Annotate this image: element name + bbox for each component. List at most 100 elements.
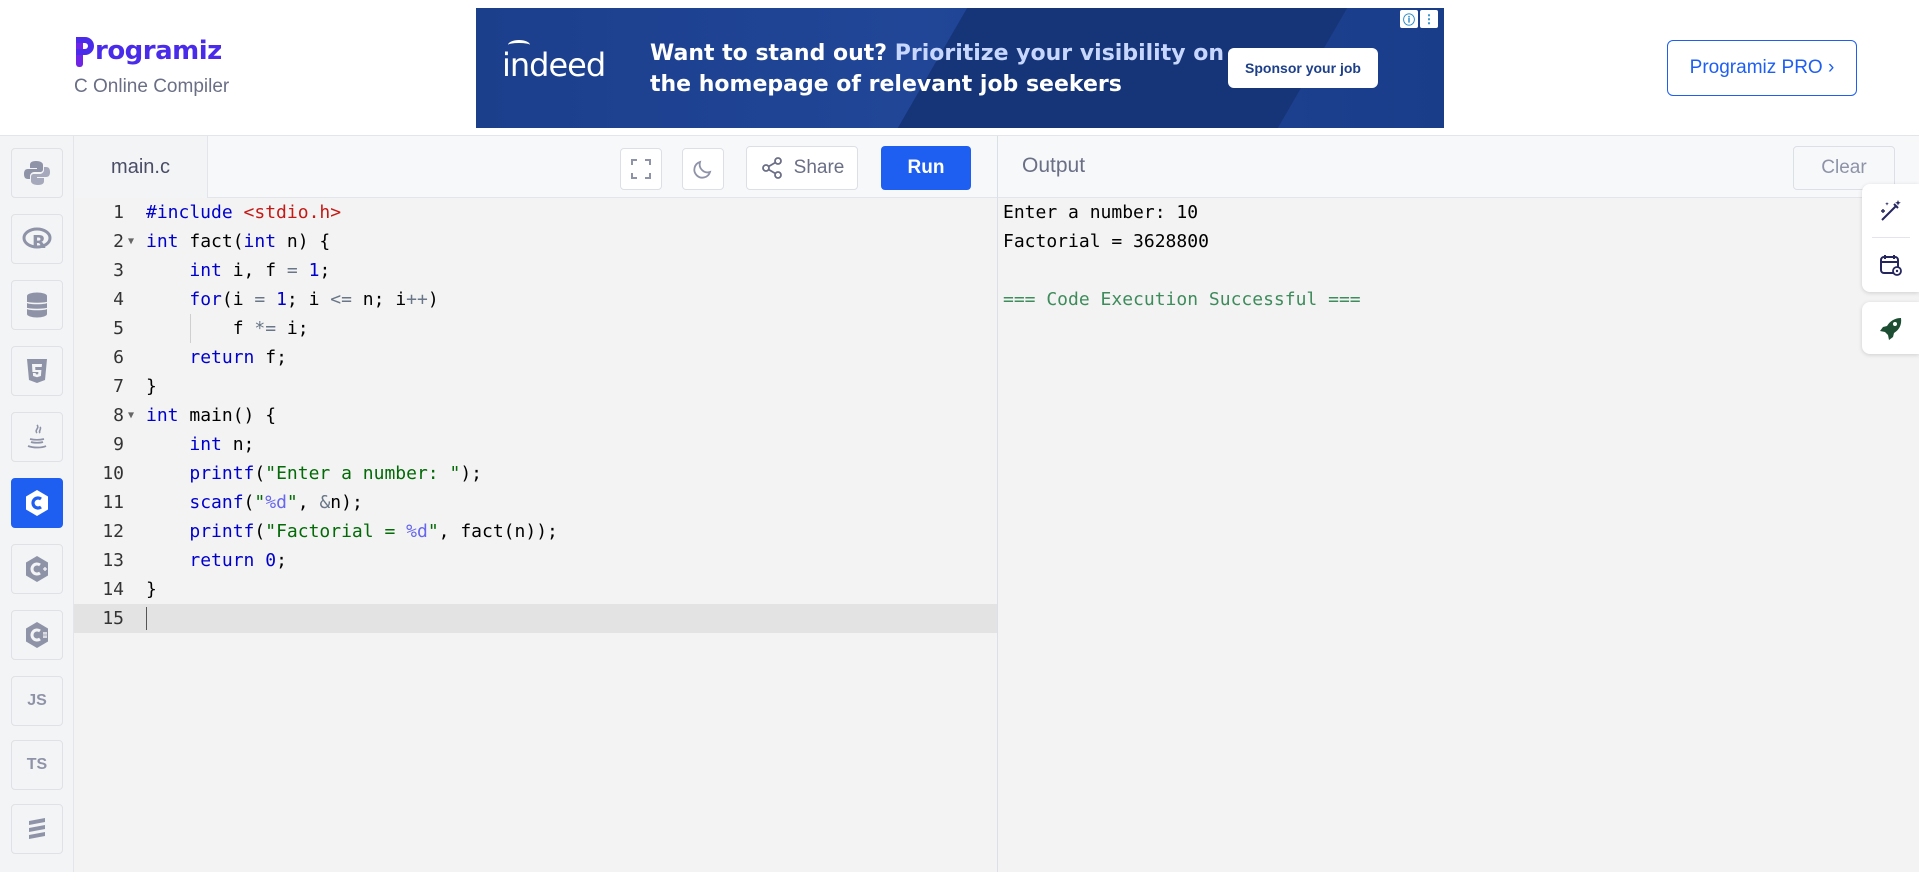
editor-toolbar: main.c Share Run bbox=[74, 136, 997, 198]
code-line: 2 ▼ int fact(int n) { bbox=[74, 227, 997, 256]
code-line: 3 int i, f = 1; bbox=[74, 256, 997, 285]
run-button[interactable]: Run bbox=[881, 146, 971, 190]
ad-headline-highlight: Prioritize your visibility on bbox=[894, 41, 1224, 66]
database-icon bbox=[26, 292, 48, 318]
code-line: 1 #include <stdio.h> bbox=[74, 198, 997, 227]
ad-controls: ⓘ ⋮ bbox=[1400, 10, 1438, 28]
line-number: 6 bbox=[113, 347, 124, 368]
calendar-settings-icon bbox=[1880, 255, 1902, 276]
code-line: 10 printf("Enter a number: "); bbox=[74, 459, 997, 488]
code-line: 7 } bbox=[74, 372, 997, 401]
dark-mode-button[interactable] bbox=[682, 148, 724, 190]
sidebar-item-more[interactable] bbox=[11, 804, 63, 854]
line-number: 10 bbox=[102, 463, 124, 484]
svg-text:R: R bbox=[32, 232, 46, 253]
output-toolbar: Output Clear bbox=[997, 136, 1919, 198]
schedule-button[interactable] bbox=[1876, 250, 1906, 280]
sidebar-item-cpp[interactable] bbox=[11, 544, 63, 594]
code-line: 8 ▼ int main() { bbox=[74, 401, 997, 430]
file-tab-main-c[interactable]: main.c bbox=[74, 136, 208, 198]
line-number: 8 bbox=[113, 405, 124, 426]
line-number: 14 bbox=[102, 579, 124, 600]
ad-info-icon[interactable]: ⓘ bbox=[1400, 10, 1418, 28]
line-number: 3 bbox=[113, 260, 124, 281]
code-text: int main() { bbox=[146, 405, 277, 426]
output-line: Factorial = 3628800 bbox=[1003, 231, 1209, 252]
code-line: 14 } bbox=[74, 575, 997, 604]
ad-headline-lead: Want to stand out? bbox=[650, 41, 888, 66]
brand[interactable]: rogramiz C Online Compiler bbox=[74, 32, 229, 98]
code-text: return 0; bbox=[189, 550, 287, 571]
output-console[interactable]: Enter a number: 10 Factorial = 3628800 =… bbox=[997, 198, 1919, 872]
output-title: Output bbox=[1022, 154, 1086, 177]
programiz-logo[interactable]: rogramiz bbox=[74, 32, 229, 70]
advertisement-banner[interactable]: indeed Want to stand out? Prioritize you… bbox=[476, 8, 1444, 128]
ad-headline-line2: the homepage of relevant job seekers bbox=[650, 72, 1122, 97]
sidebar-item-html[interactable] bbox=[11, 346, 63, 396]
code-line: 12 printf("Factorial = %d", fact(n)); bbox=[74, 517, 997, 546]
code-text: #include <stdio.h> bbox=[146, 202, 342, 223]
code-text: printf("Factorial = %d", fact(n)); bbox=[189, 521, 558, 542]
rocket-button[interactable] bbox=[1862, 302, 1919, 354]
text-cursor bbox=[146, 607, 147, 630]
floating-tools-panel bbox=[1862, 184, 1919, 292]
code-line-current: 15 bbox=[74, 604, 997, 633]
sidebar-item-python[interactable] bbox=[11, 148, 63, 198]
compiler-subtitle: C Online Compiler bbox=[74, 76, 230, 97]
fold-arrow-icon[interactable]: ▼ bbox=[128, 401, 134, 430]
line-number: 5 bbox=[113, 318, 124, 339]
fold-arrow-icon[interactable]: ▼ bbox=[128, 227, 134, 256]
ts-icon: TS bbox=[26, 756, 48, 773]
python-icon bbox=[24, 161, 50, 185]
ad-headline: Want to stand out? Prioritize your visib… bbox=[650, 38, 1230, 100]
code-text: return f; bbox=[189, 347, 287, 368]
line-number: 9 bbox=[113, 434, 124, 455]
code-line: 6 return f; bbox=[74, 343, 997, 372]
fullscreen-button[interactable] bbox=[620, 148, 662, 190]
stack-icon bbox=[29, 818, 45, 839]
c-icon bbox=[26, 490, 48, 516]
cpp-icon bbox=[26, 556, 48, 582]
line-number: 2 bbox=[113, 231, 124, 252]
sidebar-item-java[interactable] bbox=[11, 412, 63, 462]
share-icon bbox=[761, 157, 782, 179]
share-label: Share bbox=[793, 157, 845, 178]
sidebar-item-js[interactable]: JS bbox=[11, 676, 63, 726]
moon-icon bbox=[693, 160, 712, 179]
sidebar-item-c[interactable] bbox=[11, 478, 63, 528]
fullscreen-icon bbox=[631, 159, 651, 179]
code-text: int fact(int n) { bbox=[146, 231, 331, 252]
floating-tools-divider bbox=[1872, 237, 1910, 238]
sidebar-item-csharp[interactable] bbox=[11, 610, 63, 660]
ad-logo-text: indeed bbox=[502, 46, 606, 84]
code-line: 11 scanf("%d", &n); bbox=[74, 488, 997, 517]
ad-menu-icon[interactable]: ⋮ bbox=[1420, 10, 1438, 28]
brand-name: rogramiz bbox=[95, 36, 222, 66]
magic-wand-icon bbox=[1881, 200, 1901, 221]
sidebar-item-r[interactable]: R bbox=[11, 214, 63, 264]
line-number: 11 bbox=[102, 492, 124, 513]
ad-cta-button[interactable]: Sponsor your job bbox=[1228, 48, 1378, 88]
code-editor[interactable]: 1 #include <stdio.h> 2 ▼ int fact(int n)… bbox=[74, 198, 997, 872]
code-text: for(i = 1; i <= n; i++) bbox=[189, 289, 439, 310]
r-icon: R bbox=[22, 227, 52, 253]
line-number: 7 bbox=[113, 376, 124, 397]
code-text: f *= i; bbox=[146, 318, 309, 339]
java-icon bbox=[27, 424, 47, 449]
csharp-icon bbox=[26, 622, 48, 648]
line-number: 1 bbox=[113, 202, 124, 223]
line-number: 12 bbox=[102, 521, 124, 542]
js-icon: JS bbox=[27, 692, 47, 709]
code-line: 9 int n; bbox=[74, 430, 997, 459]
sidebar-item-ts[interactable]: TS bbox=[11, 740, 63, 790]
programiz-logo-mark bbox=[74, 33, 94, 69]
output-line: Enter a number: 10 bbox=[1003, 202, 1199, 223]
line-number: 4 bbox=[113, 289, 124, 310]
sidebar-item-sql[interactable] bbox=[11, 280, 63, 330]
share-button[interactable]: Share bbox=[746, 146, 858, 190]
code-line: 5 f *= i; bbox=[74, 314, 997, 343]
ai-fix-button[interactable] bbox=[1876, 196, 1906, 226]
programiz-pro-button[interactable]: Programiz PRO › bbox=[1667, 40, 1857, 96]
code-text: } bbox=[146, 579, 157, 600]
output-success-message: === Code Execution Successful === bbox=[1003, 289, 1361, 310]
